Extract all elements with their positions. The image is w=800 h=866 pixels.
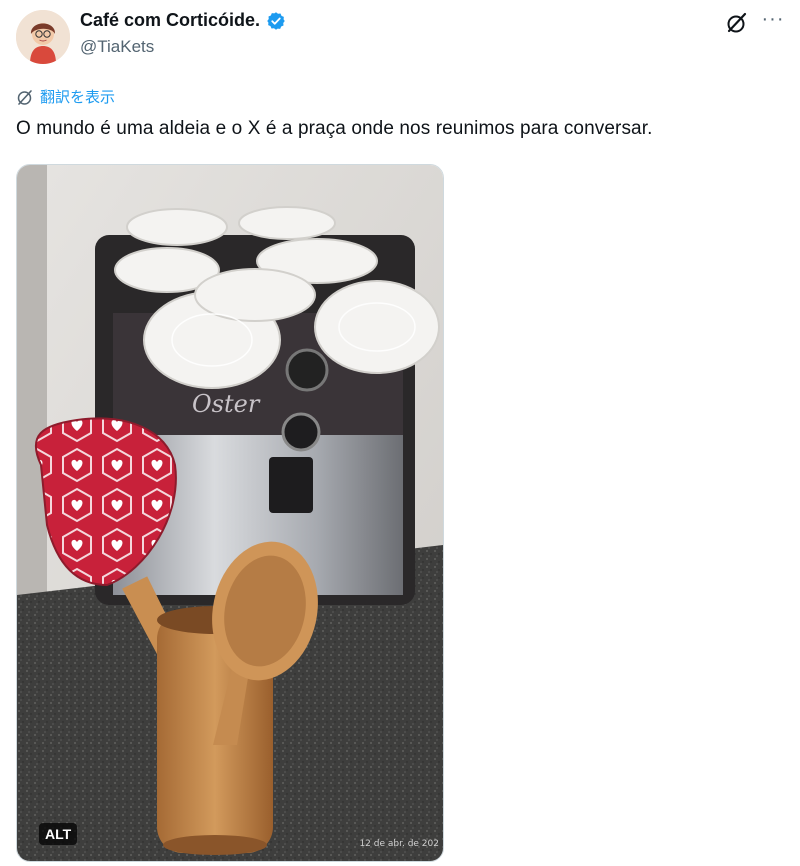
alt-text-badge[interactable]: ALT — [39, 823, 78, 845]
translate-globe-icon — [17, 89, 32, 105]
translate-link[interactable]: 翻訳を表示 — [16, 86, 115, 107]
photo-timestamp: 12 de abr. de 202 — [359, 839, 439, 849]
grok-slash-icon[interactable] — [724, 10, 750, 36]
name-row: Café com Corticóide. — [80, 10, 286, 31]
tweet-media-photo[interactable]: Oster ALT 12 de abr. de 202 — [16, 164, 444, 862]
tweet-header: Café com Corticóide. @TiaKets ··· — [14, 6, 790, 66]
avatar[interactable] — [16, 10, 70, 64]
tweet-text: O mundo é uma aldeia e o X é a praça ond… — [16, 118, 653, 139]
appliance-brand-text: Oster — [192, 390, 261, 418]
avatar-illustration — [16, 10, 70, 64]
user-handle[interactable]: @TiaKets — [80, 37, 154, 57]
translate-label[interactable]: 翻訳を表示 — [40, 86, 115, 107]
verified-badge-icon — [267, 11, 285, 30]
photo-airfryer-utensils: Oster — [17, 165, 443, 861]
display-name[interactable]: Café com Corticóide. — [80, 10, 260, 31]
ellipsis-icon[interactable]: ··· — [760, 8, 786, 34]
